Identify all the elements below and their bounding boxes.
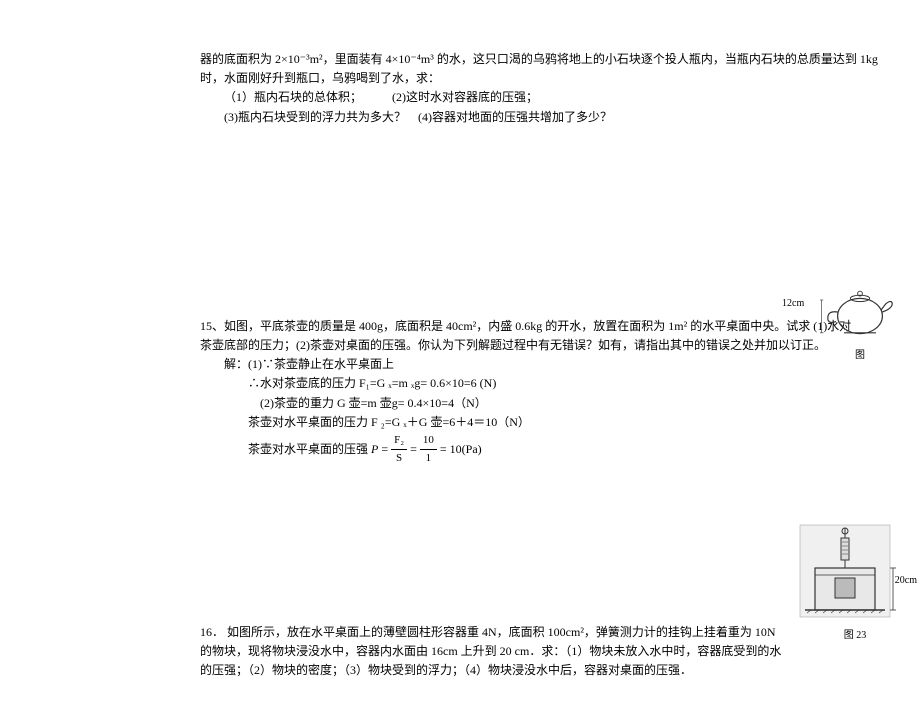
- problem-16-line1: 16． 如图所示，放在水平桌面上的薄壁圆柱形容器重 4N，底面积 100cm²，…: [200, 623, 890, 642]
- problem-15-intro1: 15、如图，平底茶壶的质量是 400g，底面积是 40cm²，内盛 0.6kg …: [200, 317, 890, 336]
- problem-16-line2: 的物块，现将物块浸没水中，容器内水面由 16cm 上升到 20 cm．求：（1）…: [200, 642, 890, 661]
- sol5-p: P: [371, 442, 378, 456]
- frac1-num: F₂: [391, 432, 407, 451]
- problem-15-sol1: 解：(1)∵茶壶静止在水平桌面上: [200, 355, 890, 374]
- fraction-1: F₂ S: [391, 432, 407, 468]
- problem-15-intro2: 茶壶底部的压力；(2)茶壶对桌面的压强。你认为下列解题过程中有无错误？如有，请指…: [200, 336, 890, 355]
- fraction-2: 10 1: [420, 432, 437, 468]
- sol5-eq2: =: [410, 442, 420, 456]
- problem-15-sol4: 茶壶对水平桌面的压力 F ₂=G ₓ＋G 壶=6＋4＝10（N）: [200, 413, 890, 432]
- sol5-eq1: =: [381, 442, 391, 456]
- problem-14: 器的底面积为 2×10⁻³m²，里面装有 4×10⁻⁴m³ 的水，这只口渴的乌鸦…: [200, 50, 890, 127]
- problem-16: 16． 如图所示，放在水平桌面上的薄壁圆柱形容器重 4N，底面积 100cm²，…: [200, 623, 890, 681]
- problem-14-line4: (3)瓶内石块受到的浮力共为多大？ (4)容器对地面的压强共增加了多少？: [200, 108, 890, 127]
- problem-15-sol5: 茶壶对水平桌面的压强 P = F₂ S = 10 1 = 10(Pa): [200, 432, 890, 468]
- teapot-caption: 图: [810, 346, 910, 361]
- problem-14-line2: 时，水面刚好升到瓶口，乌鸦喝到了水，求：: [200, 69, 890, 88]
- container-icon: [795, 520, 905, 620]
- problem-15-sol3: (2)茶壶的重力 G 壶=m 壶g= 0.4×10=4（N）: [200, 394, 890, 413]
- frac2-num: 10: [420, 432, 437, 451]
- frac1-den: S: [391, 450, 407, 468]
- sol5-prefix: 茶壶对水平桌面的压强: [248, 442, 371, 456]
- problem-15: 15、如图，平底茶壶的质量是 400g，底面积是 40cm²，内盛 0.6kg …: [200, 317, 890, 468]
- problem-16-line3: 的压强；（2）物块的密度；（3）物块受到的浮力；（4）物块浸没水中后，容器对桌面…: [200, 661, 890, 680]
- teapot-height-label: 12cm: [782, 298, 804, 309]
- teapot-icon: [820, 280, 900, 340]
- problem-14-line3: （1）瓶内石块的总体积； (2)这时水对容器底的压强；: [200, 88, 890, 107]
- frac2-den: 1: [420, 450, 437, 468]
- container-height-label: 20cm: [895, 575, 917, 586]
- problem-15-sol2: ∴水对茶壶底的压力 F₁=G ₓ=m ₓg= 0.6×10=6 (N): [200, 374, 890, 393]
- sol5-result: = 10(Pa): [440, 442, 482, 456]
- container-figure: 20cm 图 23: [795, 520, 915, 640]
- teapot-figure: 12cm 图: [810, 280, 910, 360]
- problem-14-line1: 器的底面积为 2×10⁻³m²，里面装有 4×10⁻⁴m³ 的水，这只口渴的乌鸦…: [200, 50, 890, 69]
- container-caption: 图 23: [795, 626, 915, 641]
